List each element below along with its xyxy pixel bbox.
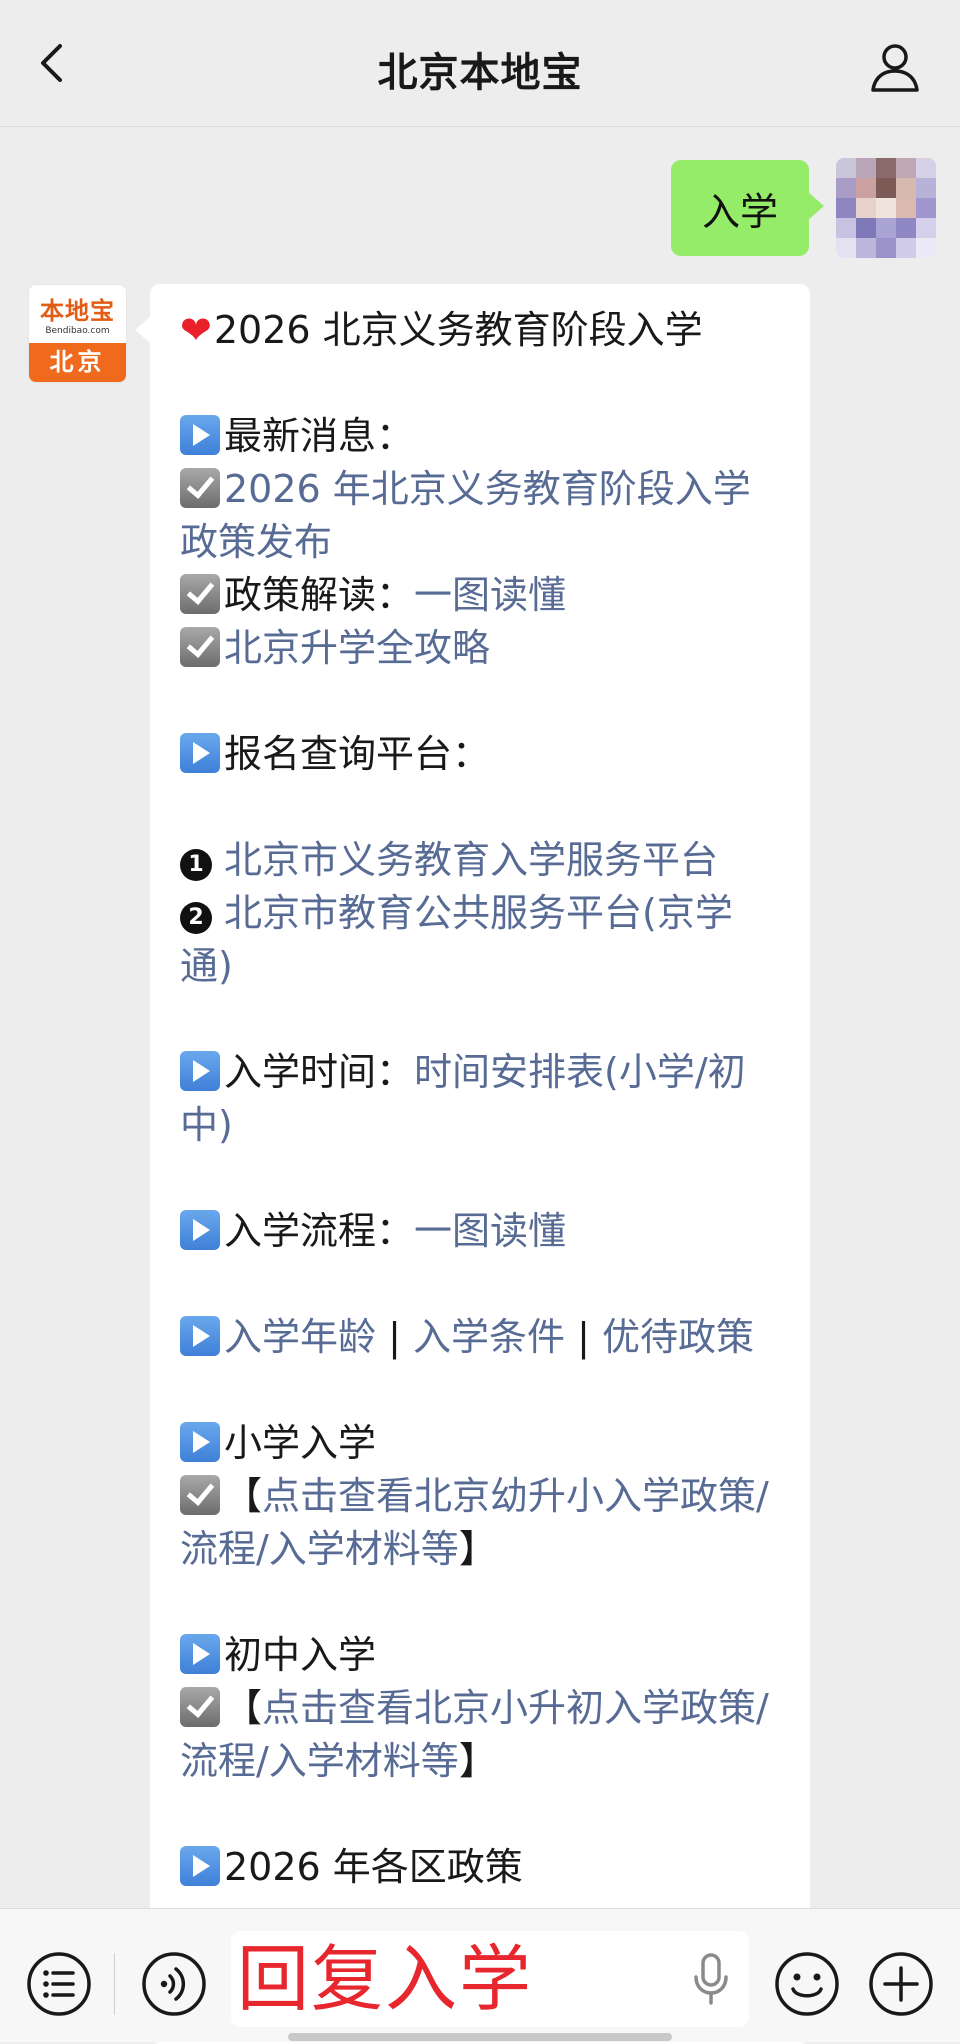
bot-avatar-logo[interactable]: 本地宝 Bendibao.com 北京 (28, 284, 127, 383)
link-platform-2[interactable]: 北京市教育公共服务平台(京学通) (180, 891, 733, 988)
separator: | (565, 1315, 602, 1359)
top-nav-bar: 北京本地宝 (0, 0, 960, 127)
link-policy-release[interactable]: 2026 年北京义务教育阶段入学政策发布 (180, 467, 751, 564)
link-guide[interactable]: 北京升学全攻略 (224, 626, 490, 670)
link-platform-1[interactable]: 北京市义务教育入学服务平台 (224, 838, 718, 882)
platform-label: 报名查询平台： (224, 732, 491, 776)
time-label: 入学时间： (224, 1050, 415, 1094)
separator: | (376, 1315, 413, 1359)
emoji-icon[interactable] (774, 1951, 840, 2017)
link-conditions[interactable]: 入学条件 (413, 1315, 565, 1359)
bracket-close: 】 (458, 1739, 497, 1783)
logo-city: 北京 (29, 343, 126, 382)
bracket-close: 】 (458, 1527, 497, 1571)
person-icon[interactable] (868, 40, 922, 94)
page-title: 北京本地宝 (377, 50, 583, 96)
user-message-text: 入学 (701, 189, 778, 234)
message-input[interactable]: 回复入学 (231, 1931, 749, 2027)
heart-icon: ❤ (180, 308, 212, 352)
voice-icon[interactable] (141, 1951, 207, 2017)
user-message-bubble[interactable]: 入学 (671, 160, 824, 256)
checkbox-icon (180, 574, 220, 614)
number-two-icon: 2 (180, 902, 212, 934)
logo-domain: Bendibao.com (45, 326, 110, 336)
message-heading: 2026 北京义务教育阶段入学 (213, 308, 703, 352)
bot-message-content: ❤2026 北京义务教育阶段入学 最新消息： 2026 年北京义务教育阶段入学政… (180, 304, 780, 1894)
play-icon (180, 1210, 220, 1250)
logo-text: 本地宝 (40, 297, 115, 325)
junior-label: 初中入学 (224, 1633, 377, 1677)
play-icon (180, 1846, 220, 1886)
district-label: 2026 年各区政策 (224, 1845, 523, 1889)
link-age[interactable]: 入学年龄 (224, 1315, 376, 1359)
policy-label: 政策解读： (224, 573, 415, 617)
plus-icon[interactable] (868, 1951, 934, 2017)
link-process-infographic[interactable]: 一图读懂 (414, 1209, 566, 1253)
play-icon (180, 1051, 220, 1091)
checkbox-icon (180, 1687, 220, 1727)
divider (114, 1953, 115, 2015)
checkbox-icon (180, 1475, 220, 1515)
latest-label: 最新消息： (224, 414, 415, 458)
bot-message-bubble: ❤2026 北京义务教育阶段入学 最新消息： 2026 年北京义务教育阶段入学政… (135, 284, 810, 2044)
bracket-open: 【 (224, 1474, 263, 1518)
play-icon (180, 1422, 220, 1462)
number-one-icon: 1 (180, 849, 212, 881)
checkbox-icon (180, 468, 220, 508)
play-icon (180, 733, 220, 773)
process-label: 入学流程： (224, 1209, 415, 1253)
list-icon[interactable] (26, 1951, 92, 2017)
bracket-open: 【 (224, 1686, 263, 1730)
user-avatar[interactable] (836, 158, 936, 258)
chat-input-bar: 回复入学 (0, 1908, 960, 2042)
play-icon (180, 415, 220, 455)
reply-hint-overlay: 回复入学 (237, 1937, 534, 2021)
play-icon (180, 1316, 220, 1356)
microphone-icon[interactable] (691, 1953, 731, 2005)
primary-label: 小学入学 (224, 1421, 377, 1465)
link-policy-infographic[interactable]: 一图读懂 (414, 573, 566, 617)
link-preferential[interactable]: 优待政策 (602, 1315, 754, 1359)
home-indicator[interactable] (288, 2033, 672, 2041)
checkbox-icon (180, 627, 220, 667)
play-icon (180, 1634, 220, 1674)
